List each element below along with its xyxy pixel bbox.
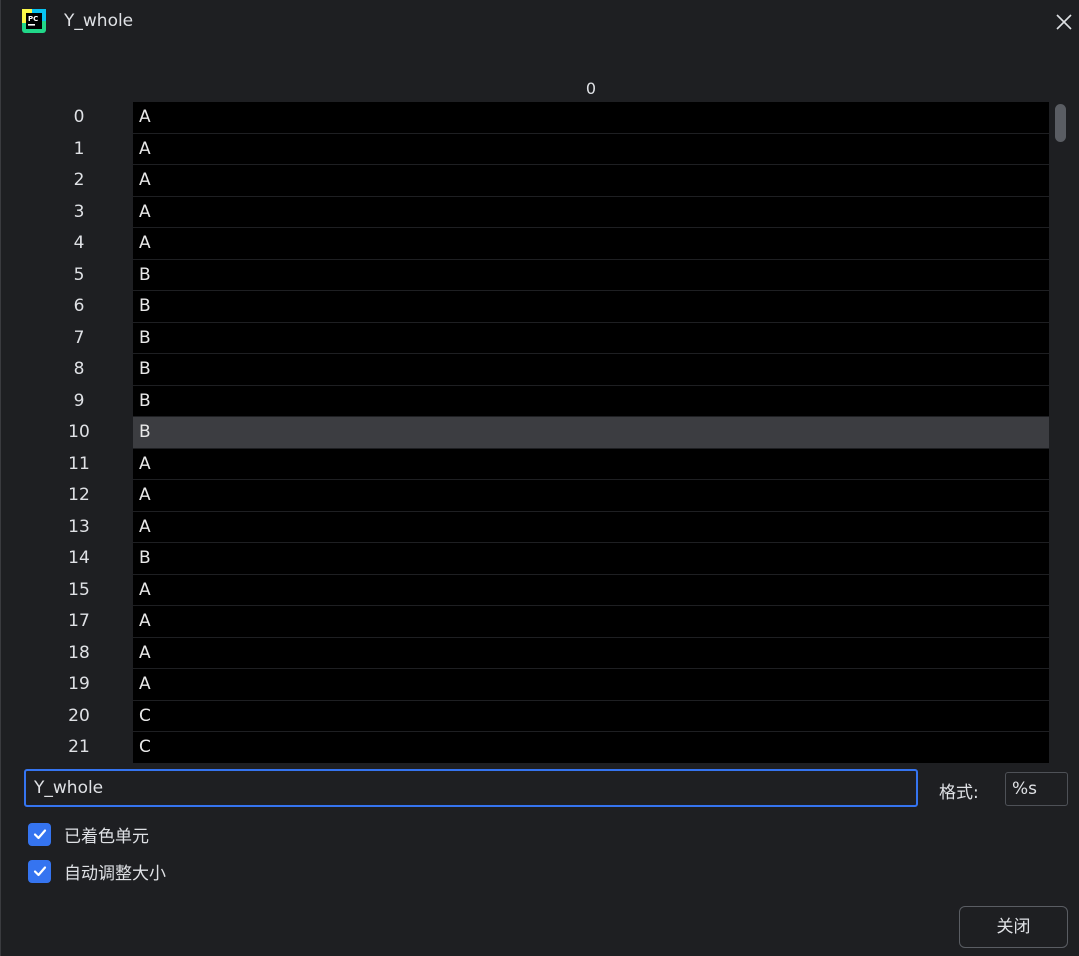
close-icon[interactable] [1052, 10, 1076, 34]
table-cell[interactable]: A [133, 637, 1049, 668]
table-cell[interactable]: A [133, 669, 1049, 700]
table-cell[interactable]: A [133, 102, 1049, 133]
table-row: 17 A [25, 606, 1049, 638]
format-label: 格式: [939, 783, 979, 803]
table-cell[interactable]: A [133, 133, 1049, 164]
table-cell[interactable]: C [133, 732, 1049, 763]
colored-cells-label: 已着色单元 [64, 826, 149, 847]
table-row: 18 A [25, 637, 1049, 670]
table-row: 10 B [25, 417, 1049, 449]
table-row: 5B [25, 259, 1049, 292]
table-row: 3A [25, 196, 1049, 229]
table-row: 20 C [25, 700, 1049, 733]
row-index-label[interactable]: 1 [25, 134, 133, 166]
row-index-label[interactable]: 11 [25, 449, 133, 481]
table-row: 7B [25, 322, 1049, 355]
table-cell[interactable]: B [133, 385, 1049, 416]
table-cell[interactable]: B [133, 354, 1049, 385]
auto-resize-label: 自动调整大小 [64, 863, 166, 884]
colored-cells-checkbox-row[interactable]: 已着色单元 [28, 822, 149, 847]
table-cell[interactable]: B [133, 322, 1049, 353]
table-row: 6B [25, 291, 1049, 323]
row-index-label[interactable]: 15 [25, 575, 133, 607]
auto-resize-checkbox-row[interactable]: 自动调整大小 [28, 859, 166, 884]
table-row: 1A [25, 133, 1049, 166]
row-index-label[interactable]: 9 [25, 386, 133, 418]
row-index-label[interactable]: 4 [25, 228, 133, 260]
table-row: 19 A [25, 669, 1049, 701]
row-index-label[interactable]: 14 [25, 543, 133, 575]
table-row: 8B [25, 354, 1049, 386]
close-button[interactable]: 关闭 [959, 906, 1068, 948]
row-index-label[interactable]: 5 [25, 260, 133, 292]
table-cell[interactable]: A [133, 606, 1049, 637]
vertical-scrollbar[interactable] [1053, 102, 1069, 764]
row-index-label[interactable]: 2 [25, 165, 133, 197]
table-cell[interactable]: A [133, 196, 1049, 227]
table-cell[interactable]: A [133, 511, 1049, 542]
table-row: 9B [25, 385, 1049, 418]
row-index-label[interactable]: 18 [25, 638, 133, 670]
data-table: 0 A 1 A 2 A 3 A 4 A 5 B 6 B 7 B 8 B 9 B 10 B 11 A 12 A 13 A 14 B 15 A 17… [25, 102, 1049, 764]
table-cell[interactable]: A [133, 448, 1049, 479]
table-row: 11 A [25, 448, 1049, 481]
table-cell[interactable]: B [133, 417, 1049, 448]
table-cell[interactable]: A [133, 165, 1049, 196]
table-cell[interactable]: B [133, 291, 1049, 322]
table-row: 13 A [25, 511, 1049, 544]
row-index-label[interactable]: 13 [25, 512, 133, 544]
row-index-label[interactable]: 12 [25, 480, 133, 512]
table-row: 15 A [25, 574, 1049, 607]
row-index-label[interactable]: 19 [25, 669, 133, 701]
row-index-label[interactable]: 0 [25, 102, 133, 134]
row-index-label[interactable]: 17 [25, 606, 133, 638]
table-cell[interactable]: B [133, 259, 1049, 290]
row-index-label[interactable]: 20 [25, 701, 133, 733]
pycharm-logo-icon: PC [22, 9, 46, 33]
table-cell[interactable]: A [133, 480, 1049, 511]
table-row: 12 A [25, 480, 1049, 512]
colored-cells-checkbox[interactable] [28, 822, 51, 846]
row-index-label[interactable]: 8 [25, 354, 133, 386]
table-row: 21 C [25, 732, 1049, 764]
row-index-label[interactable]: 3 [25, 197, 133, 229]
row-index-label[interactable]: 21 [25, 732, 133, 764]
format-input[interactable] [1005, 772, 1068, 806]
title-bar: PC Y_whole [1, 0, 1079, 44]
table-cell[interactable]: B [133, 543, 1049, 574]
row-index-label[interactable]: 6 [25, 291, 133, 323]
table-cell[interactable]: A [133, 574, 1049, 605]
checkmark-icon [33, 866, 46, 877]
scrollbar-thumb[interactable] [1055, 104, 1066, 142]
row-index-label[interactable]: 10 [25, 417, 133, 449]
table-cell[interactable]: A [133, 228, 1049, 259]
expression-input[interactable] [24, 769, 918, 807]
table-row: 4A [25, 228, 1049, 260]
row-index-label[interactable]: 7 [25, 323, 133, 355]
auto-resize-checkbox[interactable] [28, 859, 51, 883]
table-row: 0A [25, 102, 1049, 134]
checkmark-icon [33, 829, 46, 840]
column-header[interactable]: 0 [133, 76, 1049, 102]
table-cell[interactable]: C [133, 700, 1049, 731]
window-title: Y_whole [64, 11, 134, 31]
table-row: 2A [25, 165, 1049, 197]
table-row: 14 B [25, 543, 1049, 575]
svg-text:PC: PC [28, 15, 38, 23]
dataframe-viewer-window: PC Y_whole 0 0 A 1 A 2 A 3 A 4 A 5 B 6 B 7 B 8 B 9 B 10 B 11 A 1… [0, 0, 1079, 956]
